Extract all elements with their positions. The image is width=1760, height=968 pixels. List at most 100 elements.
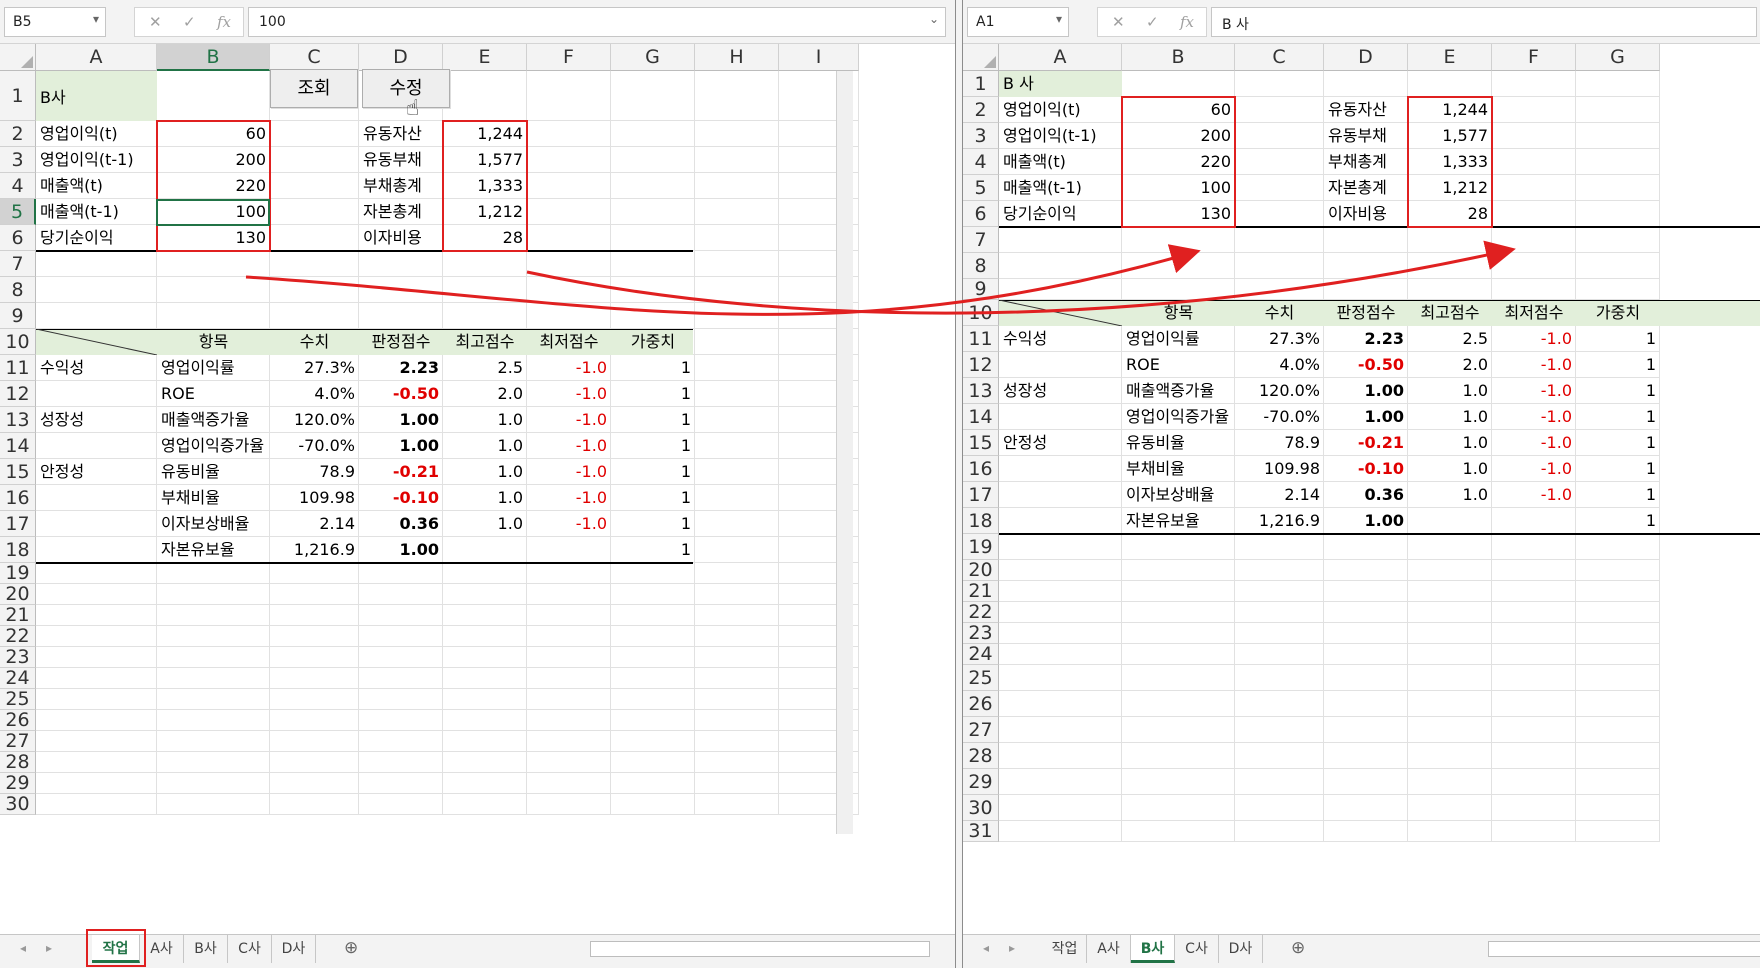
- horizontal-scrollbar[interactable]: [590, 941, 930, 957]
- value-cell[interactable]: 1,216.9: [270, 537, 359, 563]
- label-cell[interactable]: 유동자산: [1324, 97, 1408, 123]
- score-cell[interactable]: 0.36: [1324, 482, 1408, 508]
- min-score-cell[interactable]: -1.0: [527, 381, 611, 407]
- value-cell[interactable]: 78.9: [270, 459, 359, 485]
- row-header[interactable]: 13: [0, 407, 36, 433]
- max-score-cell[interactable]: 1.0: [1408, 378, 1492, 404]
- weight-cell[interactable]: 1: [611, 485, 695, 511]
- item-cell[interactable]: 영업이익률: [1122, 326, 1235, 352]
- table-header-cell[interactable]: 최고점수: [1408, 300, 1492, 326]
- column-header[interactable]: G: [1576, 44, 1660, 71]
- table-header-cell[interactable]: 가중치: [1576, 300, 1660, 326]
- score-cell[interactable]: 1.00: [1324, 508, 1408, 534]
- value-cell[interactable]: -70.0%: [1235, 404, 1324, 430]
- row-header[interactable]: 24: [0, 668, 36, 689]
- item-cell[interactable]: 영업이익률: [157, 355, 270, 381]
- column-header[interactable]: B: [1122, 44, 1235, 71]
- value-cell[interactable]: 120.0%: [270, 407, 359, 433]
- max-score-cell[interactable]: 1.0: [1408, 482, 1492, 508]
- min-score-cell[interactable]: [527, 537, 611, 563]
- scroll-right-icon[interactable]: ▸: [1009, 941, 1015, 955]
- label-cell[interactable]: 유동자산: [359, 121, 443, 147]
- row-header[interactable]: 14: [963, 404, 999, 430]
- column-header[interactable]: A: [999, 44, 1122, 71]
- label-cell[interactable]: 유동부채: [359, 147, 443, 173]
- row-header[interactable]: 21: [963, 581, 999, 602]
- max-score-cell[interactable]: 1.0: [1408, 456, 1492, 482]
- row-header[interactable]: 8: [963, 253, 999, 279]
- row-header[interactable]: 29: [0, 773, 36, 794]
- add-sheet-icon[interactable]: ⊕: [1291, 938, 1305, 958]
- label-cell[interactable]: 매출액(t-1): [999, 175, 1122, 201]
- value-cell[interactable]: -70.0%: [270, 433, 359, 459]
- weight-cell[interactable]: 1: [611, 381, 695, 407]
- row-header[interactable]: 3: [963, 123, 999, 149]
- table-header-cell[interactable]: 항목: [157, 329, 270, 355]
- item-cell[interactable]: 자본유보율: [157, 537, 270, 563]
- row-header[interactable]: 15: [963, 430, 999, 456]
- sheet-grid[interactable]: A B C D E F G 1 2 3 4 5 6 7 8 9 10 11 12 13 14 15 16 17 18 19 20 21…: [963, 44, 1760, 934]
- row-header[interactable]: 16: [963, 456, 999, 482]
- row-header[interactable]: 30: [963, 795, 999, 821]
- max-score-cell[interactable]: 1.0: [443, 485, 527, 511]
- score-cell[interactable]: 2.23: [359, 355, 443, 381]
- score-cell[interactable]: -0.21: [1324, 430, 1408, 456]
- item-cell[interactable]: 이자보상배율: [1122, 482, 1235, 508]
- label-cell[interactable]: 자본총계: [359, 199, 443, 225]
- table-header-cell[interactable]: 수치: [1235, 300, 1324, 326]
- row-header[interactable]: 1: [963, 71, 999, 97]
- column-header[interactable]: E: [443, 44, 527, 71]
- label-cell[interactable]: 이자비용: [1324, 201, 1408, 227]
- score-cell[interactable]: -0.21: [359, 459, 443, 485]
- min-score-cell[interactable]: -1.0: [527, 433, 611, 459]
- row-header[interactable]: 24: [963, 644, 999, 665]
- select-all-corner[interactable]: [0, 44, 36, 71]
- item-cell[interactable]: 영업이익증가율: [1122, 404, 1235, 430]
- item-cell[interactable]: ROE: [1122, 352, 1235, 378]
- scroll-left-icon[interactable]: ◂: [20, 941, 26, 955]
- row-header[interactable]: 2: [963, 97, 999, 123]
- sheet-tab[interactable]: D사: [1219, 935, 1263, 963]
- value-cell[interactable]: 1,216.9: [1235, 508, 1324, 534]
- item-cell[interactable]: 이자보상배율: [157, 511, 270, 537]
- score-cell[interactable]: -0.50: [359, 381, 443, 407]
- row-header[interactable]: 11: [963, 326, 999, 352]
- table-header-cell[interactable]: 최저점수: [1492, 300, 1576, 326]
- weight-cell[interactable]: 1: [1576, 352, 1660, 378]
- max-score-cell[interactable]: 1.0: [1408, 430, 1492, 456]
- value-cell[interactable]: 27.3%: [1235, 326, 1324, 352]
- sheet-tab[interactable]: A사: [140, 935, 184, 963]
- item-cell[interactable]: 영업이익증가율: [157, 433, 270, 459]
- weight-cell[interactable]: 1: [1576, 482, 1660, 508]
- min-score-cell[interactable]: -1.0: [527, 355, 611, 381]
- sheet-tab[interactable]: A사: [1087, 935, 1131, 963]
- row-header[interactable]: 12: [963, 352, 999, 378]
- formula-input[interactable]: 100 ⌄: [248, 7, 946, 37]
- max-score-cell[interactable]: [443, 537, 527, 563]
- column-header[interactable]: D: [1324, 44, 1408, 71]
- row-header[interactable]: 19: [0, 563, 36, 584]
- column-header[interactable]: I: [779, 44, 859, 71]
- column-header[interactable]: F: [1492, 44, 1576, 71]
- table-header-cell[interactable]: 수치: [270, 329, 359, 355]
- max-score-cell[interactable]: 2.5: [443, 355, 527, 381]
- weight-cell[interactable]: 1: [1576, 456, 1660, 482]
- query-button[interactable]: 조회: [270, 69, 358, 108]
- row-header[interactable]: 21: [0, 605, 36, 626]
- min-score-cell[interactable]: -1.0: [1492, 456, 1576, 482]
- row-header[interactable]: 22: [963, 602, 999, 623]
- score-cell[interactable]: -0.10: [1324, 456, 1408, 482]
- row-header[interactable]: 30: [0, 794, 36, 815]
- min-score-cell[interactable]: -1.0: [1492, 378, 1576, 404]
- row-header[interactable]: 19: [963, 534, 999, 560]
- cancel-icon[interactable]: ✕: [1112, 13, 1125, 31]
- max-score-cell[interactable]: 1.0: [443, 407, 527, 433]
- weight-cell[interactable]: 1: [611, 355, 695, 381]
- max-score-cell[interactable]: 1.0: [443, 433, 527, 459]
- weight-cell[interactable]: 1: [611, 511, 695, 537]
- column-header[interactable]: E: [1408, 44, 1492, 71]
- row-header[interactable]: 12: [0, 381, 36, 407]
- weight-cell[interactable]: 1: [1576, 430, 1660, 456]
- label-cell[interactable]: 당기순이익: [36, 225, 157, 251]
- score-cell[interactable]: 1.00: [359, 537, 443, 563]
